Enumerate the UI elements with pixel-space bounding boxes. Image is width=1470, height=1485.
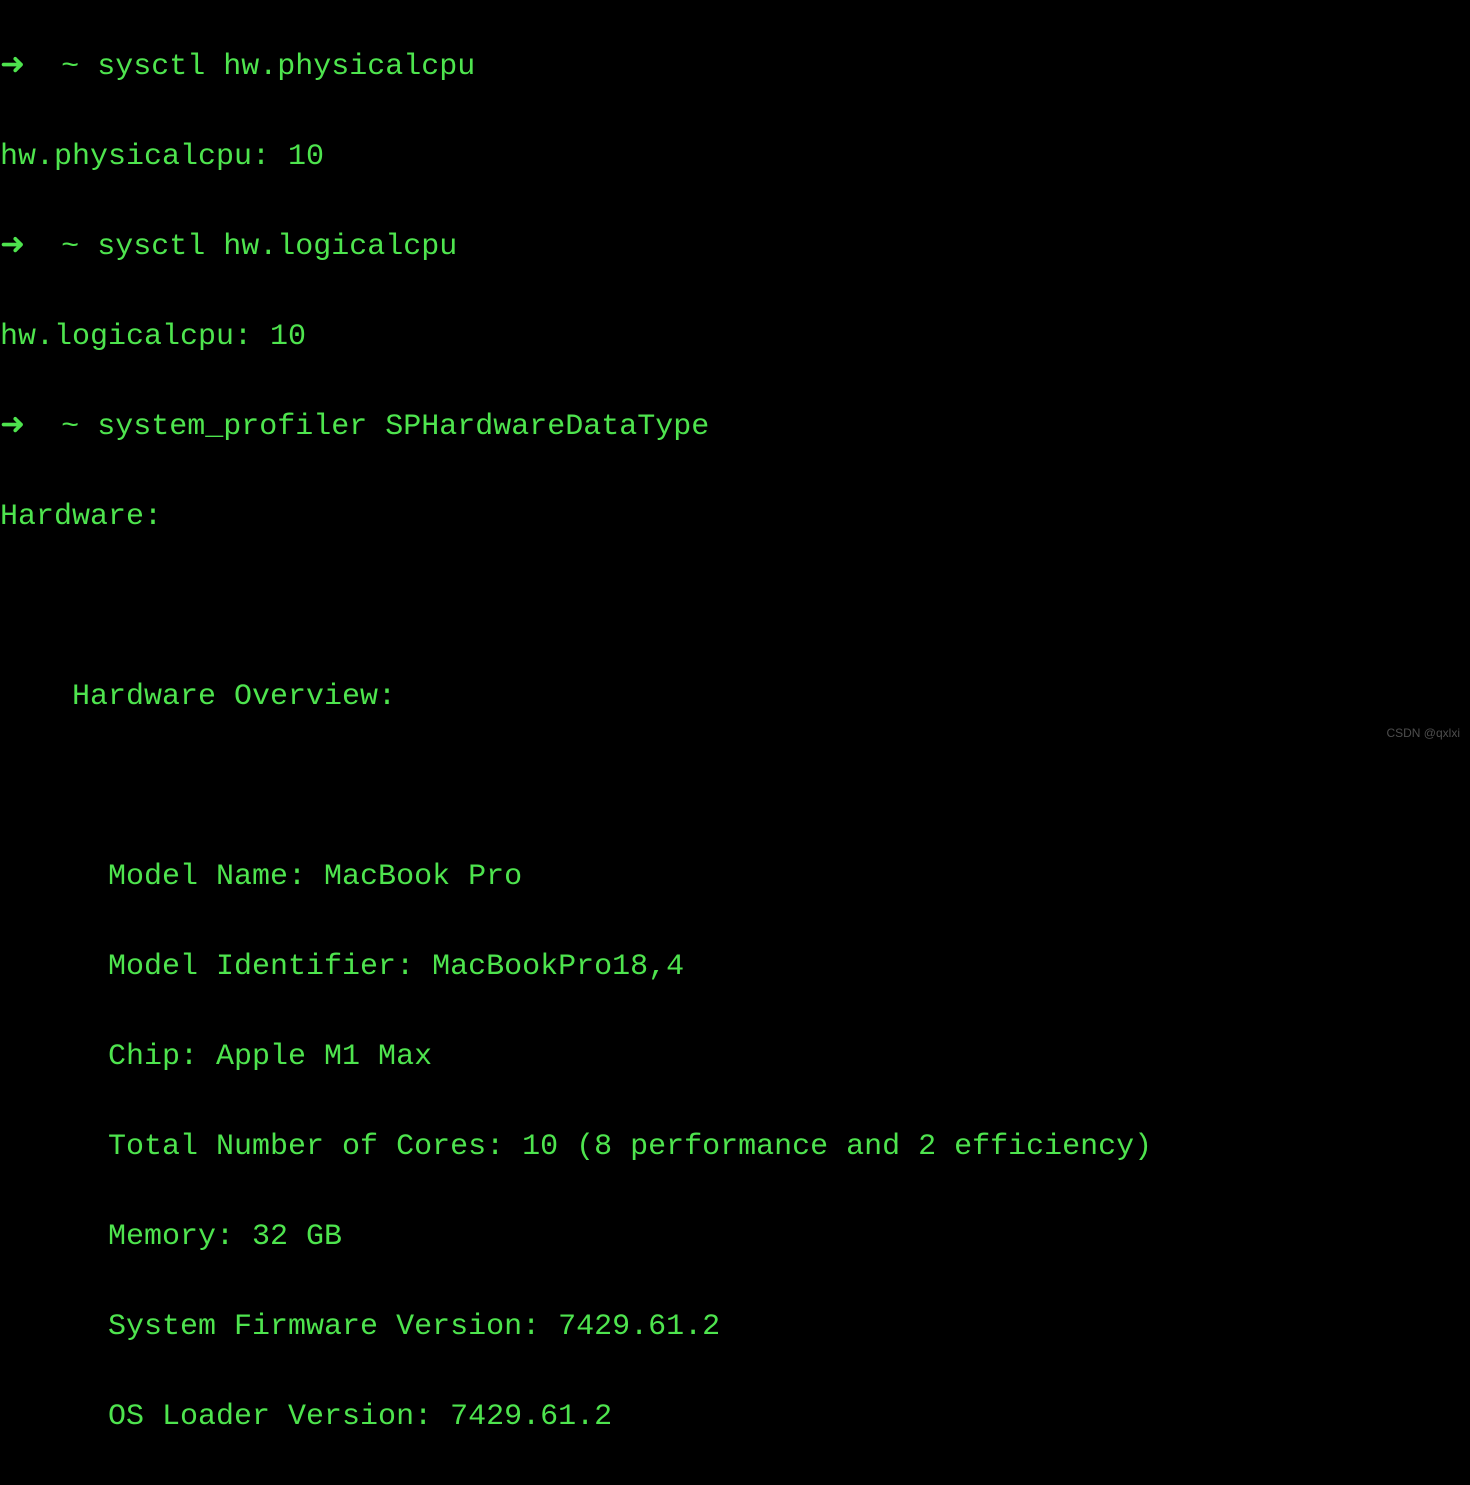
command-text-1: sysctl hw.physicalcpu	[97, 50, 475, 84]
output-line-1: hw.physicalcpu: 10	[0, 135, 1470, 180]
blank-line	[0, 585, 1470, 630]
command-line-1: ➜ ~ sysctl hw.physicalcpu	[0, 45, 1470, 90]
prompt-arrow-icon: ➜	[0, 410, 25, 444]
hardware-header: Hardware:	[0, 495, 1470, 540]
model-name-line: Model Name: MacBook Pro	[0, 855, 1470, 900]
blank-line	[0, 765, 1470, 810]
os-loader-line: OS Loader Version: 7429.61.2	[0, 1395, 1470, 1440]
prompt-tilde: ~	[61, 50, 79, 84]
command-text-3: system_profiler SPHardwareDataType	[97, 410, 709, 444]
command-line-2: ➜ ~ sysctl hw.logicalcpu	[0, 225, 1470, 270]
watermark-text: CSDN @qxlxi	[1386, 724, 1460, 742]
total-cores-line: Total Number of Cores: 10 (8 performance…	[0, 1125, 1470, 1170]
prompt-tilde: ~	[61, 410, 79, 444]
command-line-3: ➜ ~ system_profiler SPHardwareDataType	[0, 405, 1470, 450]
output-line-2: hw.logicalcpu: 10	[0, 315, 1470, 360]
chip-line: Chip: Apple M1 Max	[0, 1035, 1470, 1080]
prompt-arrow-icon: ➜	[0, 230, 25, 264]
memory-line: Memory: 32 GB	[0, 1215, 1470, 1260]
command-text-2: sysctl hw.logicalcpu	[97, 230, 457, 264]
terminal-output[interactable]: ➜ ~ sysctl hw.physicalcpu hw.physicalcpu…	[0, 0, 1470, 1485]
prompt-arrow-icon: ➜	[0, 50, 25, 84]
hardware-overview-header: Hardware Overview:	[0, 675, 1470, 720]
firmware-line: System Firmware Version: 7429.61.2	[0, 1305, 1470, 1350]
model-identifier-line: Model Identifier: MacBookPro18,4	[0, 945, 1470, 990]
prompt-tilde: ~	[61, 230, 79, 264]
